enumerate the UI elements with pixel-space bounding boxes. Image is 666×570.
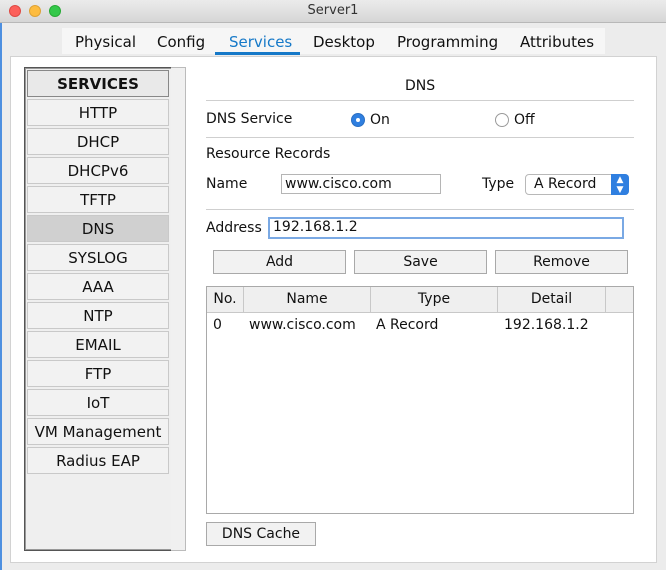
dns-on-radio[interactable] [351,113,365,127]
tab-desktop[interactable]: Desktop [313,33,375,51]
services-sidebar: SERVICES HTTP DHCP DHCPv6 TFTP DNS SYSLO… [24,67,173,551]
table-header: No. Name Type Detail [207,287,633,313]
sidebar-item-ftp[interactable]: FTP [27,360,169,387]
active-tab-indicator [215,52,300,55]
divider [206,137,634,138]
cell-type: A Record [376,317,439,333]
name-input[interactable]: www.cisco.com [281,174,441,194]
type-label: Type [482,176,515,192]
dns-on-label: On [370,112,390,128]
tab-programming[interactable]: Programming [397,33,498,51]
dns-service-label: DNS Service [206,111,293,127]
tab-config[interactable]: Config [157,33,205,51]
address-input[interactable]: 192.168.1.2 [268,217,624,239]
sidebar-item-radius-eap[interactable]: Radius EAP [27,447,169,474]
cell-detail: 192.168.1.2 [504,317,589,333]
name-label: Name [206,176,248,192]
tab-attributes[interactable]: Attributes [520,33,594,51]
sidebar-item-http[interactable]: HTTP [27,99,169,126]
tab-services[interactable]: Services [229,33,292,51]
divider [206,209,634,210]
column-header-name[interactable]: Name [244,287,371,312]
sidebar-item-dhcp[interactable]: DHCP [27,128,169,155]
cell-name: www.cisco.com [249,317,356,333]
sidebar-item-dhcpv6[interactable]: DHCPv6 [27,157,169,184]
remove-button[interactable]: Remove [495,250,628,274]
sidebar-item-ntp[interactable]: NTP [27,302,169,329]
window-title: Server1 [307,3,359,18]
save-button[interactable]: Save [354,250,487,274]
divider [206,100,634,101]
title-bar: Server1 [0,0,666,23]
sidebar-item-dns[interactable]: DNS [27,215,169,242]
dns-section-title: DNS [405,78,436,94]
tab-physical[interactable]: Physical [75,33,136,51]
dns-records-table: No. Name Type Detail 0 www.cisco.com A R… [206,286,634,514]
window-edge [0,22,2,570]
dns-off-label: Off [514,112,535,128]
dns-off-radio[interactable] [495,113,509,127]
sidebar-item-tftp[interactable]: TFTP [27,186,169,213]
select-arrows-icon[interactable]: ▲ ▼ [611,174,629,195]
sidebar-item-email[interactable]: EMAIL [27,331,169,358]
resource-records-label: Resource Records [206,146,331,162]
column-header-no[interactable]: No. [207,287,244,312]
sidebar-item-iot[interactable]: IoT [27,389,169,416]
sidebar-item-aaa[interactable]: AAA [27,273,169,300]
add-button[interactable]: Add [213,250,346,274]
sidebar-item-vm-management[interactable]: VM Management [27,418,169,445]
sidebar-scrollbar[interactable] [171,67,186,551]
cell-no: 0 [213,317,222,333]
sidebar-item-syslog[interactable]: SYSLOG [27,244,169,271]
address-label: Address [206,220,262,236]
sidebar-header: SERVICES [27,70,169,97]
column-header-detail[interactable]: Detail [498,287,606,312]
dns-cache-button[interactable]: DNS Cache [206,522,316,546]
column-header-type[interactable]: Type [371,287,498,312]
